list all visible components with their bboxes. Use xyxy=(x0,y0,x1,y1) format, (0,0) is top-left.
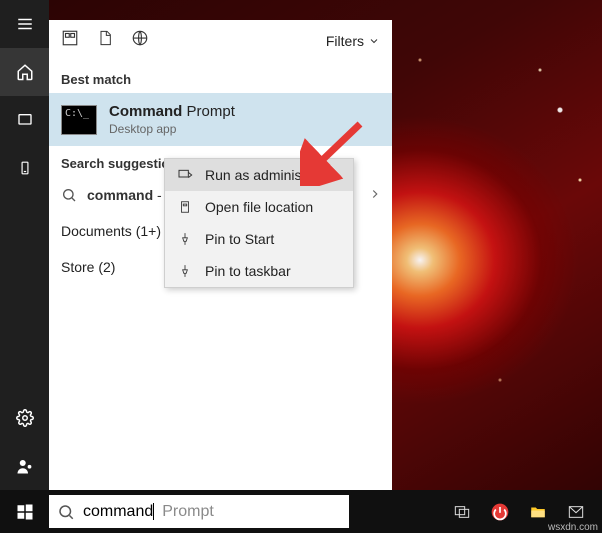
search-icon xyxy=(57,503,75,521)
ctx-label: Pin to taskbar xyxy=(205,263,291,279)
best-match-result[interactable]: C:\_ Command Prompt Desktop app xyxy=(49,93,392,146)
documents-scope-icon[interactable] xyxy=(97,29,113,52)
device-icon[interactable] xyxy=(0,144,49,192)
panel-header: Filters xyxy=(49,20,392,62)
power-icon[interactable] xyxy=(488,500,512,524)
settings-icon[interactable] xyxy=(0,394,49,442)
chevron-down-icon xyxy=(368,35,380,47)
ctx-pin-to-taskbar[interactable]: Pin to taskbar xyxy=(165,255,353,287)
task-view-icon[interactable] xyxy=(450,500,474,524)
best-match-header: Best match xyxy=(49,62,392,93)
start-button[interactable] xyxy=(0,490,49,533)
filters-label: Filters xyxy=(326,33,364,49)
ctx-open-file-location[interactable]: Open file location xyxy=(165,191,353,223)
home-icon[interactable] xyxy=(0,48,49,96)
folder-icon xyxy=(177,199,193,215)
pin-icon xyxy=(177,232,193,246)
user-icon[interactable] xyxy=(0,442,49,490)
ctx-pin-to-start[interactable]: Pin to Start xyxy=(165,223,353,255)
taskbar-search-input[interactable]: command​Prompt xyxy=(49,495,349,528)
chevron-right-icon[interactable] xyxy=(368,187,382,204)
ctx-label: Open file location xyxy=(205,199,313,215)
menu-icon[interactable] xyxy=(0,0,49,48)
best-match-text: Command Prompt Desktop app xyxy=(109,103,235,136)
ctx-run-as-admin[interactable]: Run as administrator xyxy=(165,159,353,191)
command-prompt-icon: C:\_ xyxy=(61,105,97,135)
system-tray xyxy=(450,500,602,524)
watermark: wsxdn.com xyxy=(548,522,598,533)
start-sidebar xyxy=(0,0,49,490)
admin-icon xyxy=(177,167,193,183)
filters-dropdown[interactable]: Filters xyxy=(326,33,380,49)
search-icon xyxy=(61,187,77,203)
context-menu: Run as administrator Open file location … xyxy=(164,158,354,288)
web-scope-icon[interactable] xyxy=(131,29,149,52)
ctx-label: Pin to Start xyxy=(205,231,274,247)
mail-icon[interactable] xyxy=(564,500,588,524)
apps-scope-icon[interactable] xyxy=(61,29,79,52)
screen-icon[interactable] xyxy=(0,96,49,144)
taskbar: command​Prompt xyxy=(0,490,602,533)
ctx-label: Run as administrator xyxy=(205,167,334,183)
windows-logo-icon xyxy=(16,503,34,521)
pin-icon xyxy=(177,264,193,278)
file-explorer-icon[interactable] xyxy=(526,500,550,524)
